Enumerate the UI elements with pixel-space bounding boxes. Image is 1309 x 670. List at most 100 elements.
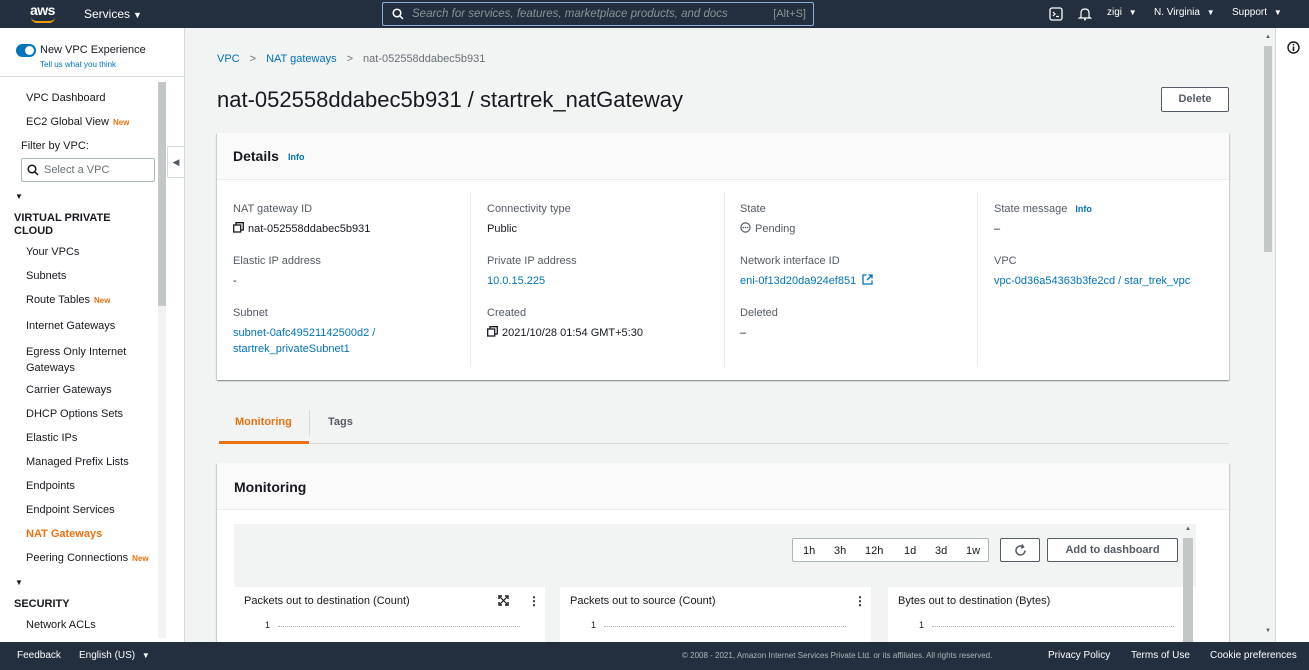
- scroll-down-icon[interactable]: ▼: [1265, 628, 1271, 634]
- filter-by-vpc-label: Filter by VPC:: [21, 140, 89, 152]
- breadcrumb-nat-gateways[interactable]: NAT gateways: [266, 53, 337, 65]
- sidebar-item-elastic-ips[interactable]: Elastic IPs: [26, 432, 77, 444]
- vpc-filter-input[interactable]: Select a VPC: [21, 158, 155, 182]
- range-12h[interactable]: 12h: [865, 545, 883, 557]
- sidebar-item-peering-connections[interactable]: Peering Connections New: [26, 552, 149, 564]
- sidebar-item-ec2-global-view[interactable]: EC2 Global View New: [26, 116, 129, 128]
- scroll-up-icon[interactable]: ▲: [1185, 526, 1191, 532]
- copy-icon[interactable]: [487, 326, 498, 337]
- breadcrumb-vpc[interactable]: VPC: [217, 53, 240, 65]
- new-badge: New: [112, 118, 130, 127]
- scroll-up-icon[interactable]: ▲: [1265, 34, 1271, 40]
- column-divider: [977, 192, 978, 367]
- details-panel: Details Info NAT gateway ID nat-052558dd…: [217, 133, 1229, 380]
- side-navigation: New VPC Experience Tell us what you thin…: [0, 28, 185, 642]
- section-virtual-private-cloud: VIRTUAL PRIVATE CLOUD: [14, 212, 111, 237]
- add-to-dashboard-button[interactable]: Add to dashboard: [1047, 538, 1178, 562]
- deleted-value: –: [740, 327, 747, 339]
- more-options-icon[interactable]: ⋮: [528, 594, 540, 608]
- network-interface-link[interactable]: eni-0f13d20da924ef851: [740, 275, 856, 287]
- filter-placeholder: Select a VPC: [44, 164, 110, 176]
- subnet-name-link[interactable]: startrek_privateSubnet1: [233, 341, 350, 357]
- services-menu[interactable]: Services ▼: [84, 7, 142, 21]
- scrollbar-thumb[interactable]: [1183, 538, 1193, 642]
- dashboard-scrollbar[interactable]: ▲: [1183, 524, 1193, 642]
- sidebar-item-internet-gateways[interactable]: Internet Gateways: [26, 320, 115, 332]
- cookie-preferences-link[interactable]: Cookie preferences: [1210, 650, 1297, 661]
- widget-title: Packets out to source (Count): [570, 595, 716, 607]
- elastic-ip-value: -: [233, 275, 237, 287]
- metric-widget-packets-out-to-source: Packets out to source (Count) ⋮ 1: [560, 587, 871, 642]
- elastic-ip-label: Elastic IP address: [233, 255, 321, 267]
- new-badge: New: [94, 296, 111, 305]
- language-selector[interactable]: English (US) ▼: [79, 650, 150, 661]
- metric-widget-bytes-out-to-destination: Bytes out to destination (Bytes) ⋮ 1: [888, 587, 1199, 642]
- range-1d[interactable]: 1d: [904, 545, 916, 557]
- sidebar-item-endpoint-services[interactable]: Endpoint Services: [26, 504, 115, 516]
- sidebar-item-label: Your VPCs: [26, 246, 80, 258]
- user-menu[interactable]: zigi ▼: [1107, 7, 1137, 18]
- cloudshell-icon[interactable]: [1049, 7, 1063, 21]
- sidebar-item-vpc-dashboard[interactable]: VPC Dashboard: [26, 92, 106, 104]
- network-interface-label: Network interface ID: [740, 255, 840, 267]
- sidenav-scrollbar[interactable]: [158, 82, 166, 638]
- page-scrollbar[interactable]: ▲ ▼: [1261, 28, 1275, 642]
- region-menu[interactable]: N. Virginia ▼: [1154, 7, 1215, 18]
- sidebar-item-dhcp-options-sets[interactable]: DHCP Options Sets: [26, 408, 123, 420]
- support-menu[interactable]: Support ▼: [1232, 7, 1282, 18]
- range-1h[interactable]: 1h: [803, 545, 815, 557]
- footer: Feedback English (US) ▼ © 2008 - 2021, A…: [0, 642, 1309, 670]
- sidebar-item-endpoints[interactable]: Endpoints: [26, 480, 75, 492]
- sidebar-item-egress-only-internet-gateways[interactable]: Egress Only Internet Gateways: [26, 344, 146, 376]
- state-message-info-link[interactable]: Info: [1075, 204, 1092, 214]
- sidebar-item-carrier-gateways[interactable]: Carrier Gateways: [26, 384, 112, 396]
- terms-of-use-link[interactable]: Terms of Use: [1131, 650, 1190, 661]
- scrollbar-thumb[interactable]: [158, 82, 166, 306]
- global-search-input[interactable]: Search for services, features, marketpla…: [382, 2, 814, 26]
- divider: [0, 76, 184, 77]
- sidebar-item-route-tables[interactable]: Route Tables New: [26, 294, 110, 306]
- caret-down-icon: ▼: [1128, 8, 1137, 17]
- expand-icon[interactable]: [498, 595, 509, 606]
- bell-icon[interactable]: [1078, 7, 1092, 21]
- delete-button[interactable]: Delete: [1161, 87, 1229, 112]
- y-axis-tick: 1: [265, 620, 271, 630]
- more-options-icon[interactable]: ⋮: [854, 594, 866, 608]
- network-interface-value[interactable]: eni-0f13d20da924ef851: [740, 273, 873, 289]
- caret-down-icon[interactable]: ▼: [15, 578, 23, 587]
- sidebar-item-label: Elastic IPs: [26, 432, 78, 444]
- range-1w[interactable]: 1w: [966, 545, 980, 557]
- sidebar-item-subnets[interactable]: Subnets: [26, 270, 66, 282]
- vpc-experience-feedback-link[interactable]: Tell us what you think: [40, 60, 116, 69]
- subnet-link[interactable]: subnet-0afc49521142500d2 /: [233, 325, 375, 341]
- vpc-experience-toggle[interactable]: [16, 44, 36, 57]
- range-3d[interactable]: 3d: [935, 545, 947, 557]
- aws-logo[interactable]: aws: [30, 3, 58, 25]
- sidebar-item-label: VPC Dashboard: [26, 92, 106, 104]
- sidebar-item-network-acls[interactable]: Network ACLs: [26, 619, 96, 631]
- tab-tags[interactable]: Tags: [328, 416, 353, 428]
- tabs: Monitoring Tags: [217, 404, 1229, 444]
- copy-icon[interactable]: [233, 222, 244, 233]
- privacy-policy-link[interactable]: Privacy Policy: [1048, 650, 1110, 661]
- state-label: State: [740, 203, 766, 215]
- active-tab-indicator: [219, 441, 309, 444]
- caret-down-icon[interactable]: ▼: [15, 192, 23, 201]
- search-icon: [392, 8, 404, 20]
- collapse-sidebar-button[interactable]: ◀: [167, 146, 185, 178]
- state-message-label-row: State message Info: [994, 203, 1092, 215]
- deleted-label: Deleted: [740, 307, 778, 319]
- range-3h[interactable]: 3h: [834, 545, 846, 557]
- feedback-link[interactable]: Feedback: [17, 650, 61, 661]
- details-info-link[interactable]: Info: [288, 152, 305, 162]
- private-ip-value[interactable]: 10.0.15.225: [487, 273, 545, 289]
- sidebar-item-your-vpcs[interactable]: Your VPCs: [26, 246, 79, 258]
- scrollbar-thumb[interactable]: [1264, 46, 1272, 252]
- refresh-button[interactable]: [1000, 538, 1040, 562]
- vpc-link[interactable]: vpc-0d36a54363b3fe2cd / star_trek_vpc: [994, 273, 1190, 289]
- info-icon[interactable]: [1287, 41, 1300, 54]
- sidebar-item-managed-prefix-lists[interactable]: Managed Prefix Lists: [26, 456, 129, 468]
- created-value: 2021/10/28 01:54 GMT+5:30: [487, 325, 643, 341]
- sidebar-item-nat-gateways[interactable]: NAT Gateways: [26, 528, 102, 540]
- tab-monitoring[interactable]: Monitoring: [235, 416, 292, 428]
